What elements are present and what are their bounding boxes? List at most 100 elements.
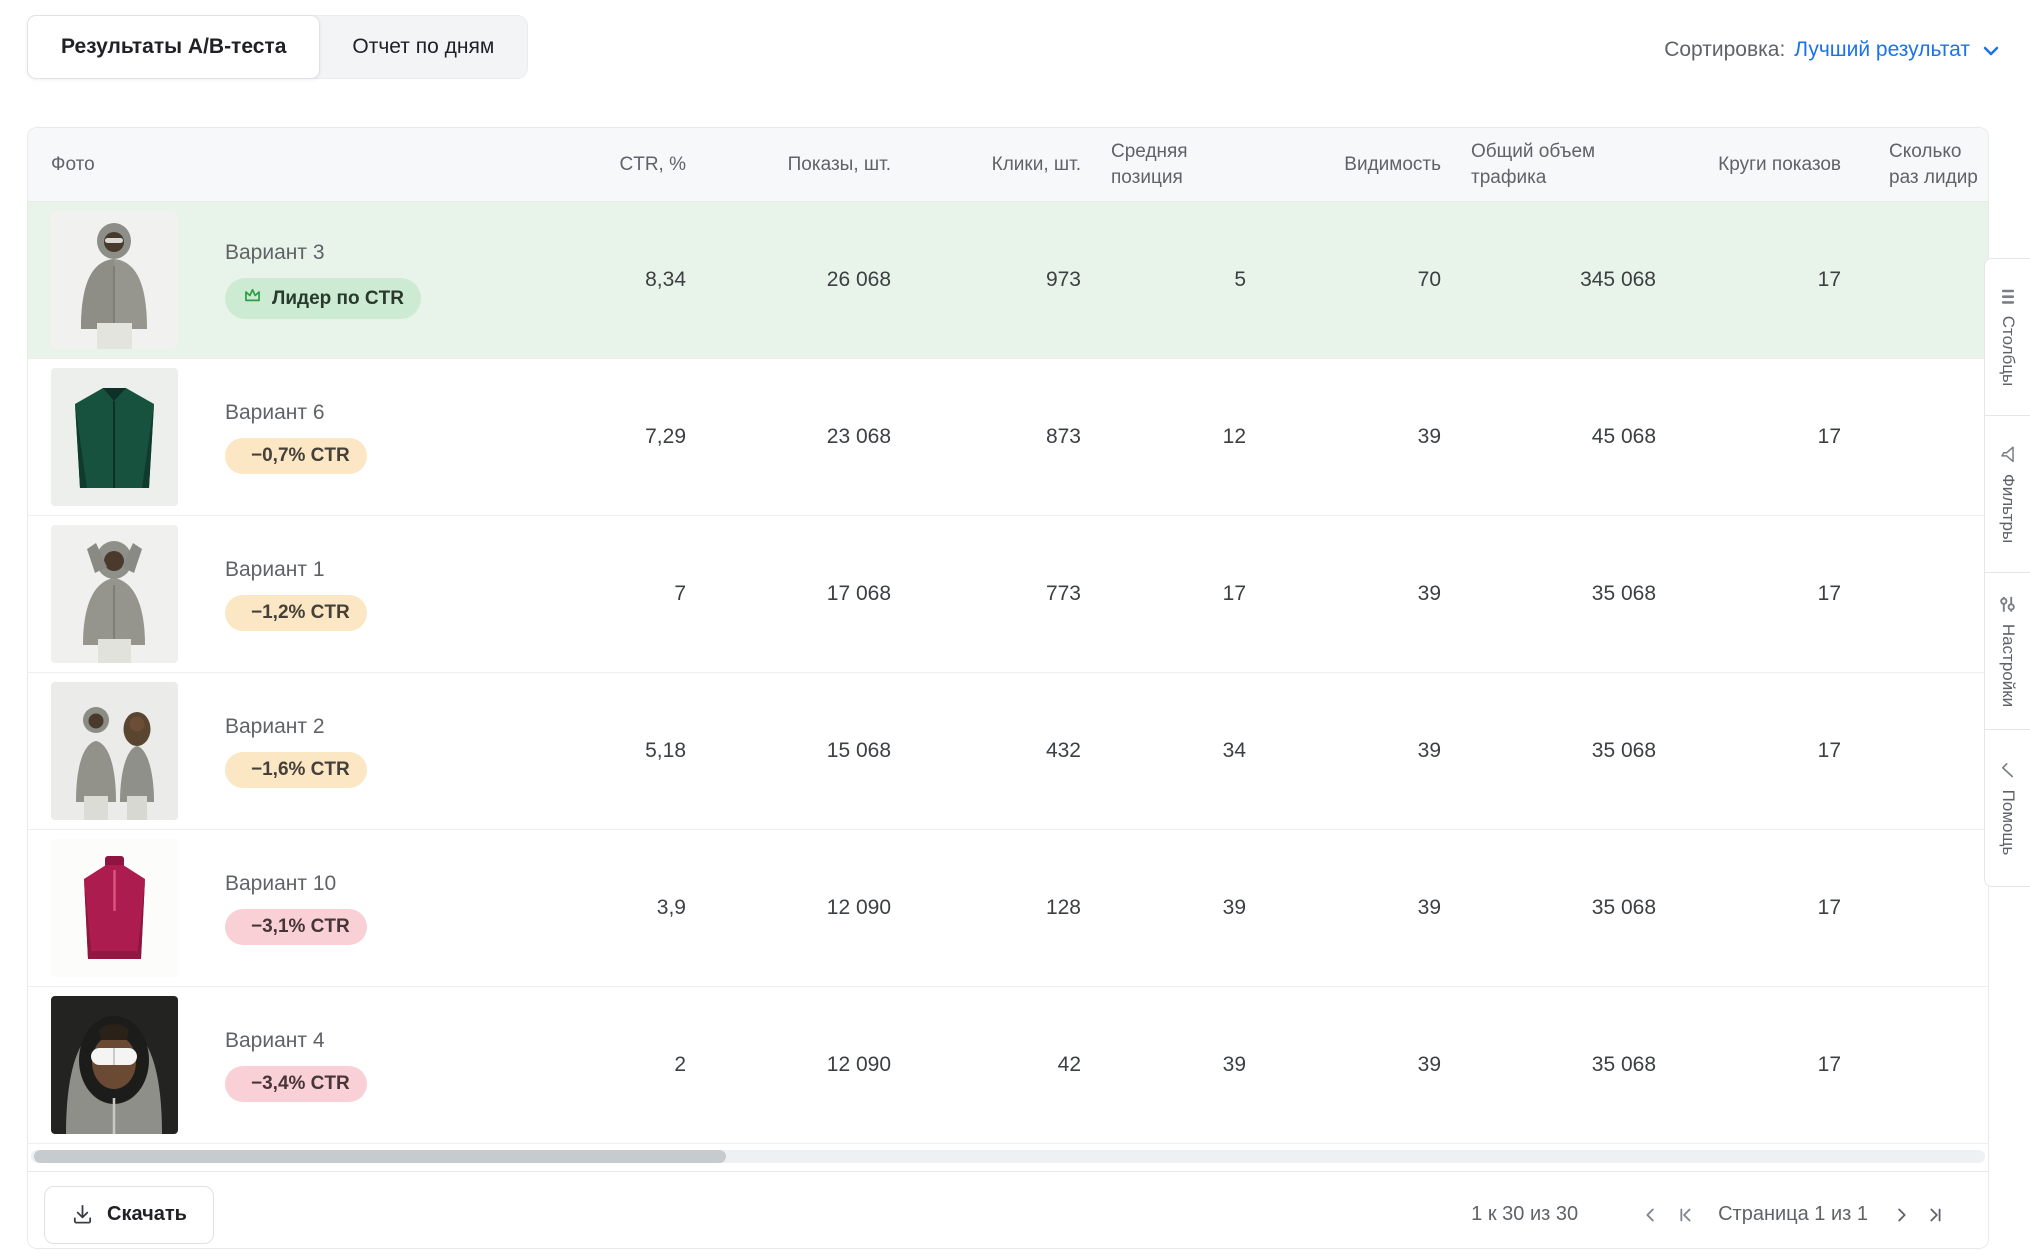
variant-cell: Вариант 1 −1,2% CTR: [178, 558, 588, 631]
cell-ctr: 5,18: [645, 739, 686, 762]
cell-shows: 26 068: [826, 268, 891, 291]
col-header-leader-count: Сколько раз лидир: [1889, 140, 1978, 188]
chevron-left-icon: [1646, 1208, 1654, 1221]
table-row[interactable]: Вариант 6 −0,7% CTR 7,29 23 068 873 12 3…: [28, 359, 1988, 516]
last-page-button[interactable]: [1918, 1198, 1952, 1232]
rail-tab-label: Помощь: [1998, 789, 2018, 856]
download-label: Скачать: [107, 1203, 187, 1225]
col-header-avg-position: Средняя позиция: [1111, 140, 1188, 188]
check-icon: [2001, 762, 2014, 778]
cell-clicks: 42: [1057, 1053, 1081, 1076]
product-photo: [51, 682, 178, 820]
table-footer: Скачать 1 к 30 из 30 Страница 1 из 1: [28, 1171, 1988, 1248]
cell-avg-position: 34: [1222, 739, 1246, 762]
cell-ctr: 8,34: [645, 268, 686, 291]
sort-control[interactable]: Сортировка: Лучший результат: [1664, 36, 2003, 63]
cell-avg-position: 17: [1222, 582, 1246, 605]
cell-avg-position: 39: [1222, 1053, 1246, 1076]
previous-page-button[interactable]: [1634, 1198, 1668, 1232]
tab-ab-test-results[interactable]: Результаты A/B-теста: [27, 15, 321, 79]
table-body: Вариант 3 Лидер по CTR 8,34 26 068 973 5…: [28, 202, 1988, 1144]
cell-visibility: 39: [1417, 896, 1441, 919]
variant-cell: Вариант 6 −0,7% CTR: [178, 401, 588, 474]
table-row[interactable]: Вариант 1 −1,2% CTR 7 17 068 773 17 39 3…: [28, 516, 1988, 673]
cell-shows: 15 068: [826, 739, 891, 762]
table-row[interactable]: Вариант 10 −3,1% CTR 3,9 12 090 128 39 3…: [28, 830, 1988, 987]
chevron-right-icon: [1898, 1208, 1906, 1221]
ctr-badge: −0,7% CTR: [225, 437, 367, 474]
cell-visibility: 39: [1417, 582, 1441, 605]
cell-traffic: 45 068: [1591, 425, 1656, 448]
cell-clicks: 973: [1045, 268, 1081, 291]
tune-icon: [2000, 596, 2015, 612]
rail-tab-label: Фильтры: [1998, 473, 2018, 544]
variant-name: Вариант 3: [225, 241, 325, 264]
rail-tab-help[interactable]: Помощь: [1984, 729, 2030, 887]
last-page-icon: [1930, 1208, 1941, 1221]
chevron-down-icon: [1983, 46, 1999, 56]
col-header-rounds: Круги показов: [1718, 153, 1841, 175]
product-photo-cell: [28, 996, 178, 1134]
cell-ctr: 2: [674, 1053, 686, 1076]
crown-icon: [242, 285, 263, 312]
cell-avg-position: 12: [1222, 425, 1246, 448]
ctr-badge: −1,6% CTR: [225, 751, 367, 788]
ctr-badge: −1,2% CTR: [225, 594, 367, 631]
col-header-clicks: Клики, шт.: [991, 153, 1081, 175]
variant-cell: Вариант 2 −1,6% CTR: [178, 715, 588, 788]
table-row[interactable]: Вариант 3 Лидер по CTR 8,34 26 068 973 5…: [28, 202, 1988, 359]
cell-shows: 23 068: [826, 425, 891, 448]
table-header: Фото CTR, % Показы, шт. Клики, шт. Средн…: [28, 128, 1988, 202]
product-photo-cell: [28, 211, 178, 349]
tab-label: Результаты A/B-теста: [61, 35, 287, 58]
ctr-badge: −3,4% CTR: [225, 1065, 367, 1102]
col-header-visibility: Видимость: [1344, 153, 1441, 175]
product-photo-cell: [28, 368, 178, 506]
cell-visibility: 39: [1417, 739, 1441, 762]
rail-tab-filters[interactable]: Фильтры: [1984, 415, 2030, 573]
product-photo: [51, 211, 178, 349]
cell-visibility: 39: [1417, 425, 1441, 448]
variant-name: Вариант 6: [225, 400, 325, 424]
cell-ctr: 7,29: [645, 425, 686, 448]
rail-tab-settings[interactable]: Настройки: [1984, 572, 2030, 730]
sort-value: Лучший результат: [1794, 37, 1970, 61]
table-row[interactable]: Вариант 2 −1,6% CTR 5,18 15 068 432 34 3…: [28, 673, 1988, 830]
table-row[interactable]: Вариант 4 −3,4% CTR 2 12 090 42 39 39 35…: [28, 987, 1988, 1144]
first-page-button[interactable]: [1668, 1198, 1702, 1232]
next-page-button[interactable]: [1884, 1198, 1918, 1232]
cell-clicks: 873: [1045, 425, 1081, 448]
download-button[interactable]: Скачать: [44, 1185, 214, 1244]
ctr-badge: Лидер по CTR: [225, 278, 421, 319]
cell-traffic: 35 068: [1591, 739, 1656, 762]
sort-label: Сортировка:: [1664, 37, 1786, 61]
cell-clicks: 128: [1045, 896, 1081, 919]
cell-clicks: 773: [1045, 582, 1081, 605]
scrollbar-thumb[interactable]: [34, 1150, 726, 1163]
ctr-badge: −3,1% CTR: [225, 908, 367, 945]
product-photo: [51, 839, 178, 977]
cell-traffic: 35 068: [1591, 1053, 1656, 1076]
variant-cell: Вариант 4 −3,4% CTR: [178, 1029, 588, 1102]
rail-tab-label: Столбцы: [1998, 315, 2018, 387]
variant-name: Вариант 1: [225, 557, 325, 581]
product-photo-cell: [28, 682, 178, 820]
rows-range-text: 1 к 30 из 30: [1471, 1203, 1579, 1225]
variant-cell: Вариант 10 −3,1% CTR: [178, 872, 588, 945]
cell-avg-position: 5: [1234, 268, 1246, 291]
cell-rounds: 17: [1817, 739, 1841, 762]
tab-label: Отчет по дням: [352, 35, 495, 58]
product-photo: [51, 368, 178, 506]
col-header-shows: Показы, шт.: [787, 153, 891, 175]
side-tool-rail: Столбцы Фильтры Настройки Помощь: [1984, 258, 2030, 887]
col-header-photo: Фото: [51, 153, 95, 175]
rail-tab-columns[interactable]: Столбцы: [1984, 258, 2030, 416]
cell-visibility: 39: [1417, 1053, 1441, 1076]
rail-tab-label: Настройки: [1998, 623, 2018, 708]
cell-rounds: 17: [1817, 1053, 1841, 1076]
tab-daily-report[interactable]: Отчет по дням: [319, 16, 527, 78]
download-icon: [73, 1204, 92, 1224]
page-indicator-text: Страница 1 из 1: [1718, 1203, 1868, 1225]
product-photo-cell: [28, 839, 178, 977]
columns-icon: [2001, 289, 2014, 304]
